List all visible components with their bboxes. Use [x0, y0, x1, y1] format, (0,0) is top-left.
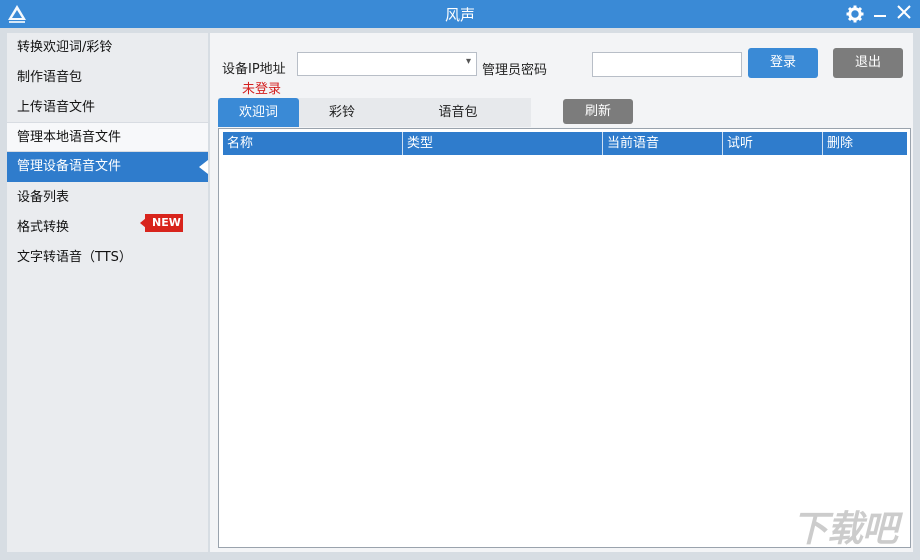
sidebar-item-upload-voice[interactable]: 上传语音文件: [7, 93, 208, 123]
column-header-type[interactable]: 类型: [403, 132, 603, 155]
column-header-current-voice[interactable]: 当前语音: [603, 132, 723, 155]
new-badge: NEW: [140, 214, 183, 232]
exit-button[interactable]: 退出: [833, 48, 903, 78]
tab-voice-pack[interactable]: 语音包: [385, 98, 531, 127]
login-status: 未登录: [242, 82, 282, 97]
title-bar: 风声: [0, 0, 920, 28]
sidebar-item-convert-greeting[interactable]: 转换欢迎词/彩铃: [7, 33, 208, 63]
window-title: 风声: [444, 6, 475, 24]
password-field[interactable]: [592, 52, 742, 77]
ip-select[interactable]: ▾: [297, 52, 477, 76]
watermark: 下载吧: [792, 509, 898, 550]
sidebar: 转换欢迎词/彩铃 制作语音包 上传语音文件 管理本地语音文件 管理设备语音文件 …: [7, 33, 208, 552]
column-header-preview[interactable]: 试听: [723, 132, 823, 155]
tab-ringtone[interactable]: 彩铃: [299, 98, 385, 127]
column-header-delete[interactable]: 删除: [823, 132, 907, 155]
sidebar-item-device-list[interactable]: 设备列表: [7, 183, 208, 213]
refresh-button[interactable]: 刷新: [563, 99, 633, 124]
gear-icon[interactable]: [844, 3, 866, 25]
ip-label: 设备IP地址: [222, 62, 286, 77]
table-header: 名称 类型 当前语音 试听 删除: [223, 132, 907, 155]
sidebar-item-manage-local[interactable]: 管理本地语音文件: [7, 122, 208, 152]
tab-bar: 欢迎词 彩铃 语音包: [218, 98, 531, 127]
close-icon[interactable]: [893, 3, 915, 25]
column-header-name[interactable]: 名称: [223, 132, 403, 155]
sidebar-item-tts[interactable]: 文字转语音（TTS）: [7, 243, 208, 273]
password-label: 管理员密码: [482, 63, 548, 78]
login-button[interactable]: 登录: [748, 48, 818, 78]
tab-greeting[interactable]: 欢迎词: [218, 98, 299, 127]
minimize-icon[interactable]: [869, 3, 891, 25]
sidebar-item-make-voice-pack[interactable]: 制作语音包: [7, 63, 208, 93]
sidebar-item-manage-device[interactable]: 管理设备语音文件: [7, 152, 208, 182]
chevron-down-icon[interactable]: ▾: [466, 56, 471, 67]
voice-file-table: 名称 类型 当前语音 试听 删除: [218, 128, 911, 548]
